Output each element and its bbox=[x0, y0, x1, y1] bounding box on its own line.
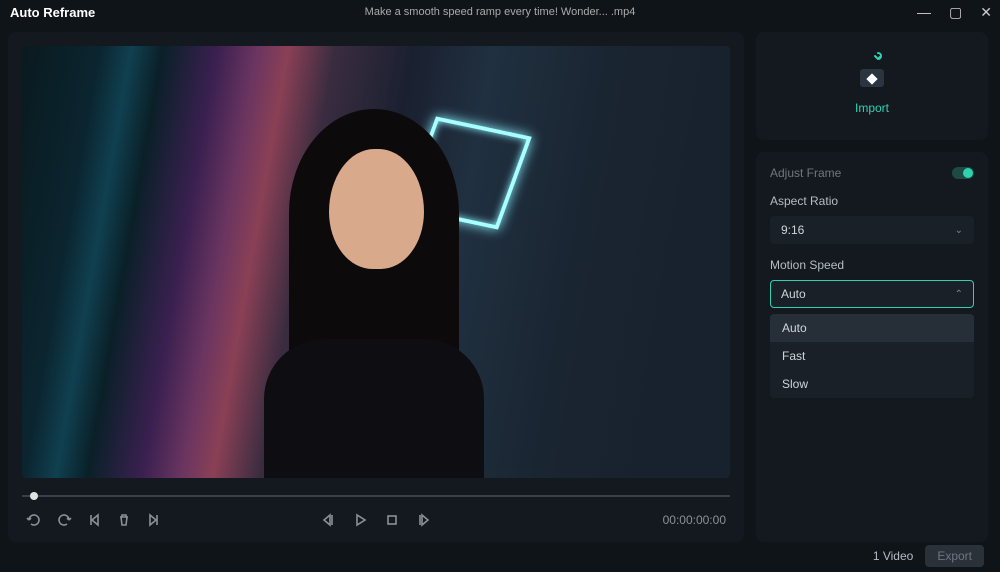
video-preview[interactable] bbox=[22, 46, 730, 478]
adjust-frame-toggle[interactable] bbox=[952, 167, 974, 179]
motion-speed-dropdown: Auto Fast Slow bbox=[770, 314, 974, 398]
aspect-ratio-value: 9:16 bbox=[781, 223, 804, 237]
title-bar: Auto Reframe Make a smooth speed ramp ev… bbox=[0, 0, 1000, 24]
minimize-icon[interactable]: — bbox=[917, 4, 931, 20]
timecode: 00:00:00:00 bbox=[663, 513, 726, 527]
app-title: Auto Reframe bbox=[10, 5, 95, 20]
close-icon[interactable]: ✕ bbox=[980, 4, 992, 21]
timeline-thumb[interactable] bbox=[30, 492, 38, 500]
motion-speed-value: Auto bbox=[781, 287, 806, 301]
playback-controls: 00:00:00:00 bbox=[8, 500, 744, 542]
window-controls: — ▢ ✕ bbox=[917, 4, 992, 21]
chevron-down-icon: ⌄ bbox=[955, 225, 963, 236]
motion-speed-select[interactable]: Auto ⌃ bbox=[770, 280, 974, 308]
export-button[interactable]: Export bbox=[925, 545, 984, 567]
video-count: 1 Video bbox=[873, 549, 913, 563]
maximize-icon[interactable]: ▢ bbox=[949, 4, 962, 21]
undo-icon[interactable] bbox=[26, 512, 42, 528]
preview-panel: 00:00:00:00 bbox=[8, 32, 744, 542]
motion-speed-label: Motion Speed bbox=[770, 258, 974, 272]
play-icon[interactable] bbox=[352, 512, 368, 528]
motion-speed-option-fast[interactable]: Fast bbox=[770, 342, 974, 370]
motion-speed-option-slow[interactable]: Slow bbox=[770, 370, 974, 398]
stop-icon[interactable] bbox=[384, 512, 400, 528]
footer-bar: 1 Video Export bbox=[0, 542, 1000, 570]
aspect-ratio-label: Aspect Ratio bbox=[770, 194, 974, 208]
prev-frame-icon[interactable] bbox=[320, 512, 336, 528]
timeline-slider[interactable] bbox=[22, 492, 730, 500]
redo-icon[interactable] bbox=[56, 512, 72, 528]
next-frame-icon[interactable] bbox=[416, 512, 432, 528]
motion-speed-option-auto[interactable]: Auto bbox=[770, 314, 974, 342]
adjust-frame-panel: Adjust Frame Aspect Ratio 9:16 ⌄ Motion … bbox=[756, 152, 988, 542]
import-panel[interactable]: Import bbox=[756, 32, 988, 140]
skip-end-icon[interactable] bbox=[146, 512, 162, 528]
import-icon bbox=[855, 57, 889, 91]
video-content bbox=[234, 89, 524, 469]
import-label: Import bbox=[855, 101, 889, 115]
file-name: Make a smooth speed ramp every time! Won… bbox=[365, 6, 636, 18]
aspect-ratio-select[interactable]: 9:16 ⌄ bbox=[770, 216, 974, 244]
adjust-frame-label: Adjust Frame bbox=[770, 166, 841, 180]
trash-icon[interactable] bbox=[116, 512, 132, 528]
chevron-up-icon: ⌃ bbox=[955, 289, 963, 300]
skip-start-icon[interactable] bbox=[86, 512, 102, 528]
